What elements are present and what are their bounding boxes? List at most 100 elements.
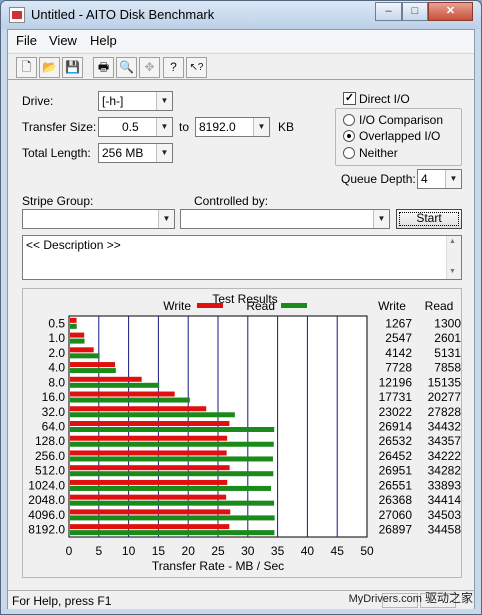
total-length-select[interactable]: 256 MB ▼ [98,143,173,163]
watermark: MyDrivers.com 驱动之家 [349,589,473,606]
write-value: 2547 [385,331,412,345]
transfer-from-value: 0.5 [122,120,139,134]
y-tick-label: 2048.0 [28,493,65,507]
chevron-down-icon: ▼ [158,210,174,228]
neither-radio[interactable] [343,147,355,159]
read-value: 15135 [428,375,462,389]
stripe-group-label: Stripe Group: [22,194,94,208]
write-bar [70,450,227,456]
read-value: 34432 [428,420,462,434]
description-box[interactable]: << Description >> ▲ ▼ [22,235,462,280]
overlapped-io-label: Overlapped I/O [359,129,441,143]
move-icon[interactable]: ✥ [139,57,160,78]
x-tick-label: 0 [66,544,73,558]
read-bar [70,412,235,418]
write-bar [70,332,85,338]
write-value: 26452 [379,449,413,463]
chevron-down-icon: ▼ [156,118,172,136]
scroll-up-icon[interactable]: ▲ [449,238,456,245]
scroll-down-icon[interactable]: ▼ [449,268,456,275]
open-icon[interactable]: 📂 [39,57,60,78]
read-value: 33893 [428,478,462,492]
read-value: 1300 [434,316,461,330]
x-tick-label: 15 [152,544,166,558]
read-value: 5131 [434,346,461,360]
transfer-size-to-select[interactable]: 8192.0 ▼ [195,117,270,137]
transfer-to-value: 8192.0 [199,120,236,134]
io-comparison-radio[interactable] [343,114,355,126]
to-label: to [179,120,190,134]
transfer-size-from-select[interactable]: 0.5 ▼ [98,117,173,137]
read-value: 2601 [434,331,461,345]
drive-label: Drive: [22,94,54,108]
read-bar [70,427,275,433]
help-icon[interactable]: ? [163,57,184,78]
context-help-icon[interactable]: ↖? [186,57,207,78]
write-value: 12196 [379,375,413,389]
print-icon[interactable]: 🖶 [93,57,114,78]
minimize-button[interactable]: – [375,2,402,21]
read-bar [70,485,272,491]
title-bar[interactable]: Untitled - AITO Disk Benchmark – □ ✕ [1,1,481,29]
queue-depth-select[interactable]: 4 ▼ [417,169,462,189]
write-bar [70,494,227,500]
write-value: 26897 [379,523,413,537]
y-tick-label: 16.0 [42,390,66,404]
window-title: Untitled - AITO Disk Benchmark [31,7,215,22]
write-bar [70,509,231,515]
new-icon[interactable]: 🗋 [16,57,37,78]
read-value: 34222 [428,449,462,463]
y-tick-label: 2.0 [48,346,65,360]
y-tick-label: 128.0 [35,434,65,448]
direct-io-label: Direct I/O [359,92,410,106]
print-preview-icon[interactable]: 🔍 [116,57,137,78]
direct-io-checkbox[interactable]: ✓ [343,92,356,105]
toolbar: 🗋 📂 💾 🖶 🔍 ✥ ? ↖? [8,53,474,80]
description-scrollbar[interactable]: ▲ ▼ [446,236,461,279]
read-bar [70,353,100,359]
controlled-by-label: Controlled by: [194,194,269,208]
chevron-down-icon: ▼ [373,210,389,228]
app-icon [9,7,25,23]
write-bar [70,347,94,353]
write-bar [70,435,228,441]
write-value: 7728 [385,361,412,375]
write-bar [70,391,175,397]
y-tick-label: 512.0 [35,464,65,478]
y-tick-label: 1.0 [48,331,65,345]
read-value: 27828 [428,405,462,419]
write-bar [70,479,228,485]
io-comparison-label: I/O Comparison [359,113,444,127]
table-header-write: Write [378,299,406,313]
write-value: 26368 [379,493,413,507]
y-tick-label: 8.0 [48,375,65,389]
client-area: File View Help 🗋 📂 💾 🖶 🔍 ✥ ? ↖? Drive: [… [7,29,475,609]
menu-file[interactable]: File [16,33,37,48]
y-tick-label: 4096.0 [28,508,65,522]
close-button[interactable]: ✕ [428,2,473,21]
menu-help[interactable]: Help [90,33,117,48]
write-bar [70,465,230,471]
read-bar [70,471,274,477]
read-value: 34503 [428,508,462,522]
legend-write-label: Write [163,299,191,313]
overlapped-io-radio[interactable] [343,130,355,142]
read-bar [70,397,190,403]
stripe-group-select[interactable]: ▼ [22,209,175,229]
legend-read-label: Read [246,299,275,313]
drive-select[interactable]: [-h-] ▼ [98,91,173,111]
y-tick-label: 8192.0 [28,523,65,537]
x-tick-label: 40 [301,544,315,558]
read-value: 34414 [428,493,462,507]
menu-view[interactable]: View [49,33,77,48]
write-bar [70,317,77,323]
x-tick-label: 10 [122,544,136,558]
x-tick-label: 45 [331,544,345,558]
read-bar [70,456,273,462]
save-icon[interactable]: 💾 [62,57,83,78]
write-value: 17731 [379,390,413,404]
y-tick-label: 32.0 [42,405,66,419]
controlled-by-select[interactable]: ▼ [180,209,390,229]
start-button[interactable]: Start [396,209,462,229]
maximize-button[interactable]: □ [402,2,428,21]
